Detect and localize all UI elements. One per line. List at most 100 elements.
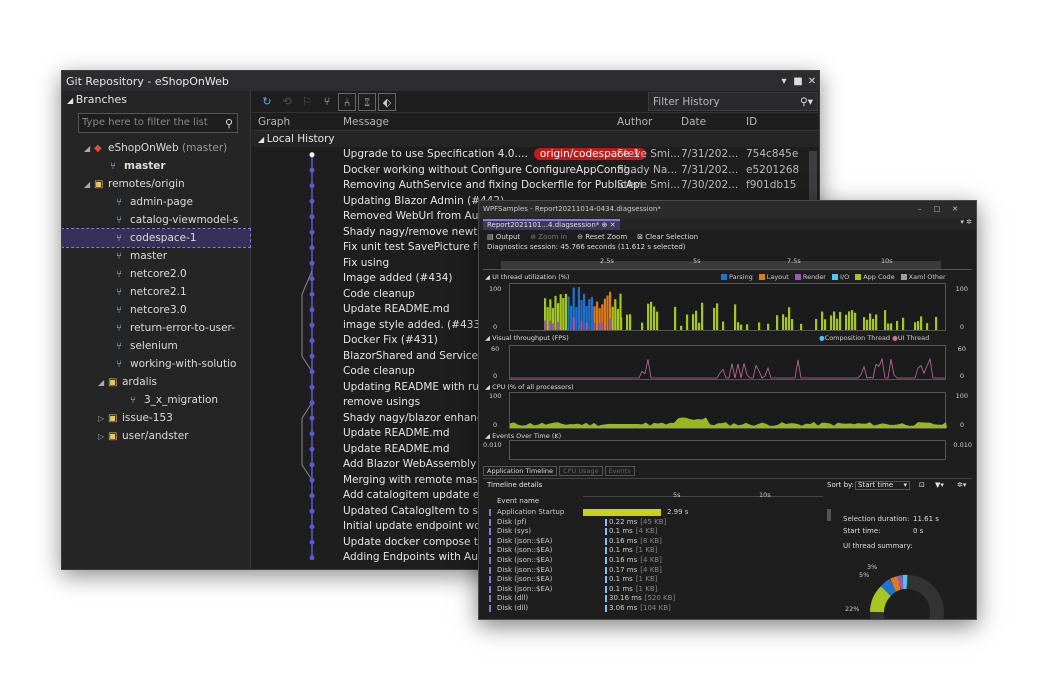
event-name[interactable]: Disk (json::$EA) [497, 566, 552, 576]
branch-icon[interactable]: ⑂ [318, 93, 336, 111]
output-button[interactable]: ▤ Output [487, 233, 520, 241]
col-id[interactable]: ID [746, 113, 757, 131]
tag-icon[interactable]: ⬖ [378, 92, 396, 111]
branches-header[interactable]: ◢ Branches [62, 91, 250, 109]
ui-thread-bar [588, 299, 591, 330]
expand-icon[interactable]: ◢ [84, 176, 94, 194]
local-history-header[interactable]: ◢ Local History [252, 131, 819, 147]
branch-item[interactable]: ⑂ master [62, 247, 250, 265]
search-icon[interactable]: ⚲▾ [800, 93, 813, 111]
branch-item[interactable]: ⑂ catalog-viewmodel-s [62, 211, 250, 229]
commit-row[interactable]: Upgrade to use Specification 4.0.... orig… [252, 147, 819, 163]
expand-icon[interactable]: ▷ [98, 428, 108, 446]
graph-toggle-icon[interactable]: ⑃ [338, 92, 356, 111]
commit-row[interactable]: Removing AuthService and fixing Dockerfi… [252, 178, 819, 194]
maximize-icon[interactable]: □ [934, 205, 953, 213]
branch-folder[interactable]: ▷ ▣ user/andster [62, 427, 250, 445]
filter-history-input[interactable]: Filter History ⚲▾ [648, 92, 818, 111]
event-name[interactable]: Application Startup [497, 508, 564, 518]
branch-item[interactable]: ⑂ codespace-1 [62, 228, 251, 248]
local-history-label: Local History [266, 133, 335, 145]
event-duration-bar [583, 509, 661, 516]
fps-plot[interactable] [509, 345, 946, 380]
event-name-column[interactable]: Event name [497, 497, 539, 505]
col-date[interactable]: Date [681, 113, 706, 131]
events-plot[interactable] [509, 440, 946, 460]
ui-thread-bar [549, 320, 552, 330]
col-author[interactable]: Author [617, 113, 652, 131]
event-name[interactable]: Disk (json::$EA) [497, 546, 552, 556]
branch-item[interactable]: ⑂ master [62, 157, 250, 175]
reset-zoom-button[interactable]: ⊖ Reset Zoom [577, 233, 627, 241]
branch-item[interactable]: ⑂ selenium [62, 337, 250, 355]
filter-icon[interactable]: ▼▾ [935, 479, 944, 491]
tab-overflow-icon[interactable]: ▾ ✲ [960, 218, 972, 226]
selection-range[interactable] [501, 261, 941, 269]
ui-thread-plot[interactable] [509, 283, 946, 331]
fps-axis-min: 0 [493, 372, 498, 380]
zoom-in-button[interactable]: ⊕ Zoom in [530, 233, 567, 241]
event-name[interactable]: Disk (json::$EA) [497, 556, 552, 566]
ui-thread-bar [851, 310, 854, 330]
col-message[interactable]: Message [343, 113, 389, 131]
commit-message-text: Initial update endpoint workin [343, 520, 501, 532]
branch-item[interactable]: ⑂ admin-page [62, 193, 250, 211]
ui-thread-bar [866, 319, 869, 330]
search-icon[interactable]: ⚲ [225, 115, 233, 133]
branch-item[interactable]: ⑂ working-with-solutio [62, 355, 250, 373]
sort-by-select[interactable]: Start time ▾ [855, 481, 910, 490]
expand-icon[interactable]: ◢ [98, 374, 108, 392]
ui-thread-bar [656, 311, 659, 330]
event-name[interactable]: Disk (json::$EA) [497, 537, 552, 547]
commit-message: Merging with remote master [343, 473, 493, 489]
branch-folder[interactable]: ◢ ▣ remotes/origin [62, 175, 250, 193]
repo-node[interactable]: ◢ ◆ eShopOnWeb (master) [62, 139, 250, 157]
event-name[interactable]: Disk (dll) [497, 604, 528, 614]
start-time-row: Start time: 0 s [843, 527, 923, 535]
gear-icon[interactable]: ✲▾ [957, 479, 966, 491]
event-name[interactable]: Disk (json::$EA) [497, 585, 552, 595]
close-icon[interactable]: ✕ [805, 76, 819, 87]
diag-session-tab[interactable]: Report2021101...4.diagsession* ⊕ ✕ [483, 219, 620, 230]
close-tab-icon[interactable]: ✕ [610, 221, 616, 229]
branch-folder[interactable]: ▷ ▣ issue-153 [62, 409, 250, 427]
event-name[interactable]: Disk (dll) [497, 594, 528, 604]
multi-branch-icon[interactable]: ⑄ [358, 92, 376, 111]
event-name[interactable]: Disk (json::$EA) [497, 575, 552, 585]
minimize-icon[interactable]: – [918, 205, 934, 213]
ui-thread-bar [713, 307, 716, 330]
branch-item[interactable]: ⑂ 3_x_migration [62, 391, 250, 409]
event-size: [520 KB] [644, 594, 676, 603]
branch-item[interactable]: ⑂ netcore2.0 [62, 265, 250, 283]
ui-thread-bar [902, 317, 905, 330]
col-graph[interactable]: Graph [258, 113, 290, 131]
branch-item[interactable]: ⑂ netcore2.1 [62, 283, 250, 301]
refresh-icon[interactable]: ↻ [258, 93, 276, 111]
clear-selection-button[interactable]: ⊠ Clear Selection [637, 233, 698, 241]
branch-filter-input[interactable]: Type here to filter the list ⚲ [78, 113, 238, 133]
details-scrollbar[interactable] [827, 509, 831, 521]
tab-application-timeline[interactable]: Application Timeline [483, 466, 558, 476]
tab-events[interactable]: Events [604, 466, 635, 476]
dropdown-icon[interactable]: ▾ [777, 76, 791, 87]
branch-item[interactable]: ⑂ return-error-to-user- [62, 319, 250, 337]
event-marker [489, 566, 491, 574]
event-name[interactable]: Disk (pf) [497, 518, 527, 528]
ui-thread-bar [695, 310, 698, 330]
maximize-icon[interactable]: ■ [791, 76, 805, 87]
event-marker [489, 537, 491, 545]
ui-thread-bar [698, 322, 701, 330]
event-name[interactable]: Disk (sys) [497, 527, 531, 537]
branch-folder[interactable]: ◢ ▣ ardalis [62, 373, 250, 391]
tab-cpu-usage[interactable]: CPU Usage [559, 466, 603, 476]
expand-icon[interactable]: ▷ [98, 410, 108, 428]
pin-icon[interactable]: ⊕ [602, 221, 608, 229]
ui-thread-bar [606, 295, 609, 330]
start-time-label: Start time: [843, 527, 881, 535]
branch-item[interactable]: ⑂ netcore3.0 [62, 301, 250, 319]
commit-row[interactable]: Docker working without Configure Configu… [252, 163, 819, 179]
zoom-fit-icon[interactable]: ⊡ [919, 479, 925, 491]
close-icon[interactable]: ✕ [952, 205, 970, 213]
cpu-plot[interactable] [509, 392, 947, 429]
time-ruler[interactable]: 2.5s 5s 7.5s 10s [483, 257, 972, 270]
